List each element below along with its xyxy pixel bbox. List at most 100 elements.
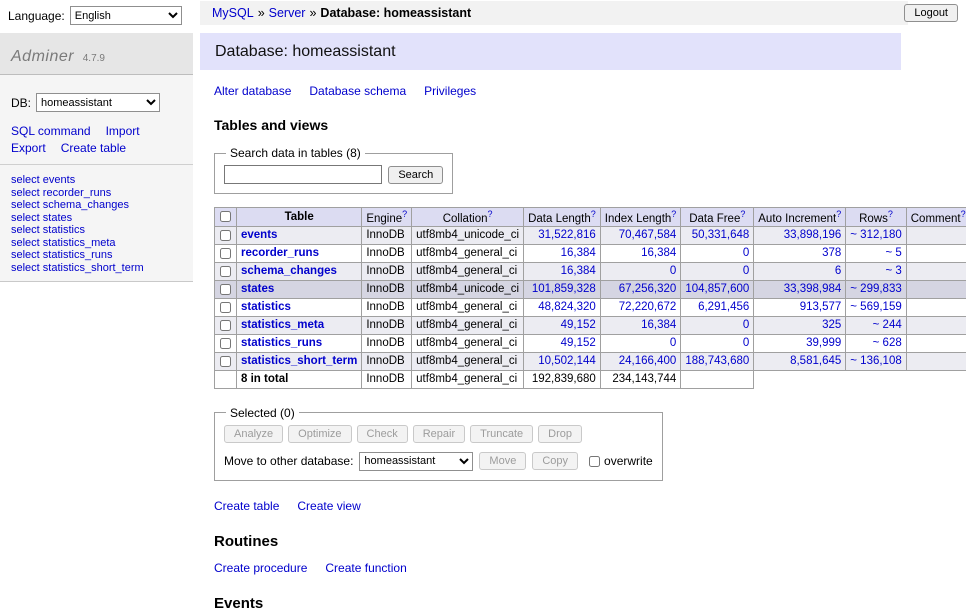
move-button[interactable]: Move	[479, 452, 526, 470]
table-link-statistics_meta[interactable]: statistics_meta	[241, 319, 324, 331]
table-link-statistics[interactable]: statistics	[241, 301, 291, 313]
row-checkbox-statistics_meta[interactable]	[220, 320, 231, 331]
row-checkbox-statistics[interactable]	[220, 302, 231, 313]
index-length-link-statistics_meta[interactable]: 16,384	[641, 319, 676, 331]
move-db-select[interactable]: homeassistant	[359, 452, 473, 471]
index-length-link-schema_changes[interactable]: 0	[670, 265, 676, 277]
table-link-statistics_short_term[interactable]: statistics_short_term	[241, 355, 357, 367]
row-checkbox-events[interactable]	[220, 230, 231, 241]
data-free-link-events[interactable]: 50,331,648	[692, 229, 750, 241]
database-schema-link[interactable]: Database schema	[309, 84, 406, 98]
truncate-button[interactable]: Truncate	[470, 425, 533, 443]
sidebar-link-create-table[interactable]: Create table	[61, 141, 126, 155]
rows-link-schema_changes[interactable]: ~ 3	[885, 265, 901, 277]
table-link-schema_changes[interactable]: schema_changes	[241, 265, 337, 277]
create-procedure-link[interactable]: Create procedure	[214, 561, 307, 575]
index-length-link-statistics[interactable]: 72,220,672	[619, 301, 677, 313]
data-length-link-recorder_runs[interactable]: 16,384	[561, 247, 596, 259]
help-link-rows[interactable]: ?	[888, 209, 893, 219]
row-checkbox-statistics_runs[interactable]	[220, 338, 231, 349]
row-checkbox-statistics_short_term[interactable]	[220, 356, 231, 367]
rows-link-recorder_runs[interactable]: ~ 5	[885, 247, 901, 259]
repair-button[interactable]: Repair	[413, 425, 465, 443]
create-function-link[interactable]: Create function	[325, 561, 406, 575]
data-free-link-states[interactable]: 104,857,600	[685, 283, 749, 295]
data-free-link-statistics_short_term[interactable]: 188,743,680	[685, 355, 749, 367]
help-link-index-length[interactable]: ?	[671, 209, 676, 219]
auto-increment-link-statistics[interactable]: 913,577	[800, 301, 842, 313]
row-checkbox-recorder_runs[interactable]	[220, 248, 231, 259]
alter-database-link[interactable]: Alter database	[214, 84, 291, 98]
drop-button[interactable]: Drop	[538, 425, 582, 443]
sidebar-link-export[interactable]: Export	[11, 141, 46, 155]
help-link-data-free[interactable]: ?	[740, 209, 745, 219]
help-link-engine[interactable]: ?	[402, 209, 407, 219]
data-length-link-statistics_meta[interactable]: 49,152	[561, 319, 596, 331]
copy-button[interactable]: Copy	[532, 452, 578, 470]
rows-link-statistics_meta[interactable]: ~ 244	[873, 319, 902, 331]
privileges-link[interactable]: Privileges	[424, 84, 476, 98]
sidebar-select-statistics-short-term[interactable]: select statistics_short_term	[11, 262, 182, 275]
sidebar-select-statistics-runs[interactable]: select statistics_runs	[11, 249, 182, 262]
help-link-auto-increment[interactable]: ?	[836, 209, 841, 219]
auto-increment-link-statistics_runs[interactable]: 39,999	[806, 337, 841, 349]
rows-link-statistics_short_term[interactable]: ~ 136,108	[850, 355, 901, 367]
analyze-button[interactable]: Analyze	[224, 425, 283, 443]
help-link-collation[interactable]: ?	[487, 209, 492, 219]
optimize-button[interactable]: Optimize	[288, 425, 351, 443]
sidebar-select-recorder-runs[interactable]: select recorder_runs	[11, 187, 182, 200]
data-length-link-statistics_short_term[interactable]: 10,502,144	[538, 355, 596, 367]
sidebar-select-statistics-meta[interactable]: select statistics_meta	[11, 237, 182, 250]
index-length-link-statistics_short_term[interactable]: 24,166,400	[619, 355, 677, 367]
index-length-link-recorder_runs[interactable]: 16,384	[641, 247, 676, 259]
create-table-link[interactable]: Create table	[214, 499, 279, 513]
breadcrumb-server-link[interactable]: Server	[269, 6, 306, 20]
row-checkbox-schema_changes[interactable]	[220, 266, 231, 277]
data-length-link-schema_changes[interactable]: 16,384	[561, 265, 596, 277]
breadcrumb-mysql-link[interactable]: MySQL	[212, 6, 254, 20]
sidebar-select-events[interactable]: select events	[11, 174, 182, 187]
help-link-comment[interactable]: ?	[961, 209, 966, 219]
sidebar-select-statistics[interactable]: select statistics	[11, 224, 182, 237]
rows-link-statistics_runs[interactable]: ~ 628	[873, 337, 902, 349]
index-length-link-states[interactable]: 67,256,320	[619, 283, 677, 295]
auto-increment-link-statistics_short_term[interactable]: 8,581,645	[790, 355, 841, 367]
logout-button[interactable]: Logout	[904, 4, 958, 22]
data-free-link-statistics_meta[interactable]: 0	[743, 319, 749, 331]
table-link-statistics_runs[interactable]: statistics_runs	[241, 337, 322, 349]
rows-link-events[interactable]: ~ 312,180	[850, 229, 901, 241]
overwrite-option[interactable]: overwrite	[588, 454, 653, 468]
data-length-link-events[interactable]: 31,522,816	[538, 229, 596, 241]
sidebar-link-sql-command[interactable]: SQL command	[11, 124, 91, 138]
rows-link-statistics[interactable]: ~ 569,159	[850, 301, 901, 313]
sidebar-select-schema-changes[interactable]: select schema_changes	[11, 199, 182, 212]
auto-increment-link-events[interactable]: 33,898,196	[784, 229, 842, 241]
data-free-link-recorder_runs[interactable]: 0	[743, 247, 749, 259]
help-link-data-length[interactable]: ?	[591, 209, 596, 219]
auto-increment-link-states[interactable]: 33,398,984	[784, 283, 842, 295]
sidebar-link-import[interactable]: Import	[106, 124, 140, 138]
data-length-link-statistics_runs[interactable]: 49,152	[561, 337, 596, 349]
data-free-link-statistics_runs[interactable]: 0	[743, 337, 749, 349]
data-free-link-statistics[interactable]: 6,291,456	[698, 301, 749, 313]
search-button[interactable]: Search	[388, 166, 443, 184]
auto-increment-link-recorder_runs[interactable]: 378	[822, 247, 841, 259]
db-select[interactable]: homeassistant	[36, 93, 160, 112]
create-view-link[interactable]: Create view	[297, 499, 360, 513]
auto-increment-link-statistics_meta[interactable]: 325	[822, 319, 841, 331]
data-free-link-schema_changes[interactable]: 0	[743, 265, 749, 277]
language-select[interactable]: English	[70, 6, 182, 25]
auto-increment-link-schema_changes[interactable]: 6	[835, 265, 841, 277]
overwrite-checkbox[interactable]	[589, 456, 600, 467]
rows-link-states[interactable]: ~ 299,833	[850, 283, 901, 295]
index-length-link-statistics_runs[interactable]: 0	[670, 337, 676, 349]
table-link-recorder_runs[interactable]: recorder_runs	[241, 247, 319, 259]
check-button[interactable]: Check	[357, 425, 408, 443]
data-length-link-statistics[interactable]: 48,824,320	[538, 301, 596, 313]
select-all-checkbox[interactable]	[220, 211, 231, 222]
index-length-link-events[interactable]: 70,467,584	[619, 229, 677, 241]
table-link-states[interactable]: states	[241, 283, 274, 295]
search-input[interactable]	[224, 165, 382, 184]
data-length-link-states[interactable]: 101,859,328	[532, 283, 596, 295]
table-link-events[interactable]: events	[241, 229, 277, 241]
